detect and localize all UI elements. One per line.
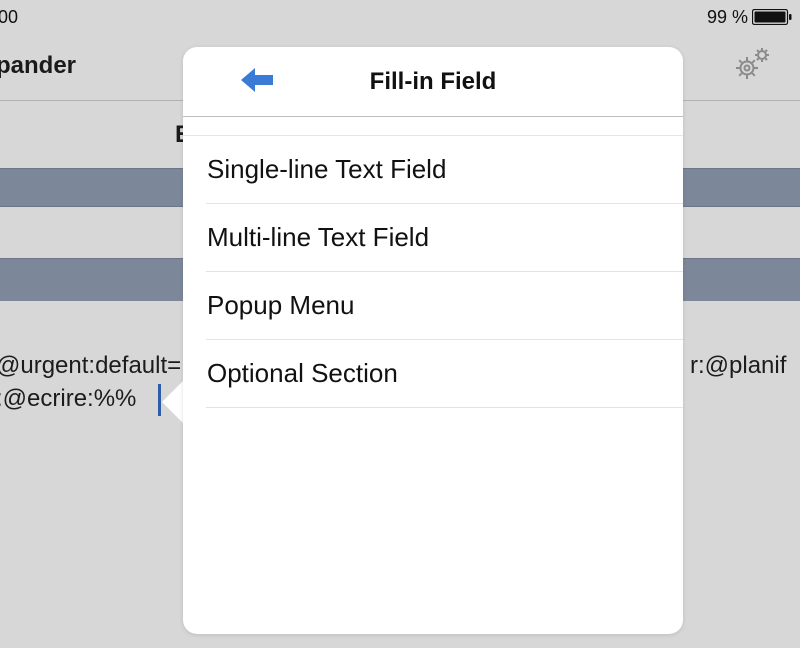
gear-icon[interactable] (732, 46, 772, 82)
header-divider (183, 116, 683, 117)
snippet-text-line[interactable]: r:@planif (690, 351, 786, 381)
menu-item-label: Single-line Text Field (207, 154, 447, 184)
menu-item-single-line-text-field[interactable]: Single-line Text Field (183, 136, 683, 204)
menu-item-label: Multi-line Text Field (207, 222, 430, 252)
menu-item-label: Popup Menu (207, 290, 355, 320)
field-type-list: Single-line Text Field Multi-line Text F… (183, 135, 683, 408)
app-screen: 00 99 % pander @urgent:default=:@ecrire… (0, 0, 800, 648)
nav-title: pander (0, 52, 77, 79)
menu-item-optional-section[interactable]: Optional Section (183, 340, 683, 408)
fill-in-field-popover: Fill-in Field Single-line Text Field Mul… (183, 47, 683, 634)
menu-item-multi-line-text-field[interactable]: Multi-line Text Field (183, 204, 683, 272)
popover-header: Fill-in Field (183, 47, 683, 117)
status-time: 00 (0, 7, 19, 27)
menu-item-popup-menu[interactable]: Popup Menu (183, 272, 683, 340)
popover-title: Fill-in Field (369, 68, 497, 95)
battery-percent: 99 % (706, 7, 748, 27)
snippet-text-line[interactable]: @urgent:default= (0, 351, 181, 381)
snippet-text-line[interactable]: :@ecrire:%% (0, 384, 136, 414)
menu-item-label: Optional Section (207, 358, 398, 388)
battery-icon (752, 9, 792, 25)
